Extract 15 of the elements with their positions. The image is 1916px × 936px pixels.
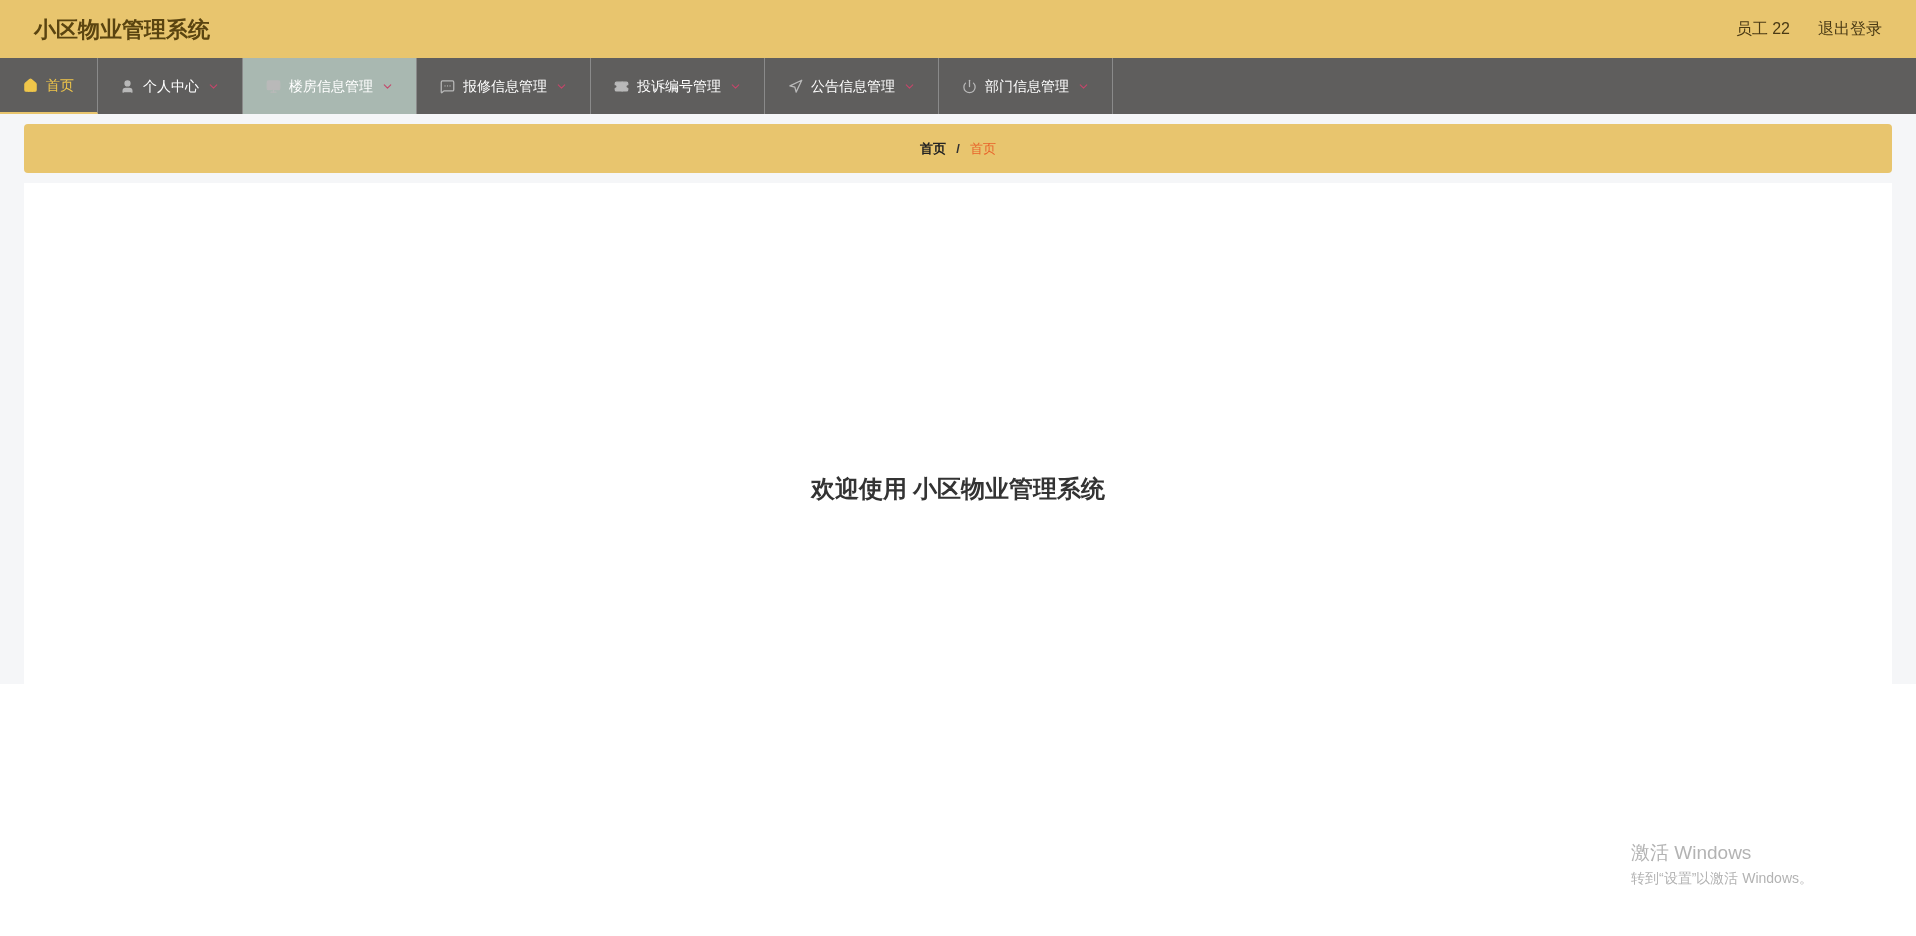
breadcrumb-separator: / [956,139,960,158]
logout-link[interactable]: 退出登录 [1818,17,1882,41]
ticket-icon [613,78,629,94]
breadcrumb-item[interactable]: 首页 [920,138,947,159]
breadcrumb-item: 首页 [969,139,996,158]
user-name: 员工 22 [1735,19,1790,39]
power-icon [961,78,977,94]
activation-text: 转到“设置”以激活 Windows。 [1631,868,1813,888]
welcome-heading: 欢迎使用 小区物业管理系统 [810,473,1106,504]
app-title: 小区物业管理系统 [34,15,210,44]
navigation-arrow-icon [787,78,803,94]
activation-title: 激活 Windows [1631,841,1753,865]
user-icon [120,78,135,94]
chat-bubble-icon [439,78,455,94]
home-icon [23,77,38,93]
